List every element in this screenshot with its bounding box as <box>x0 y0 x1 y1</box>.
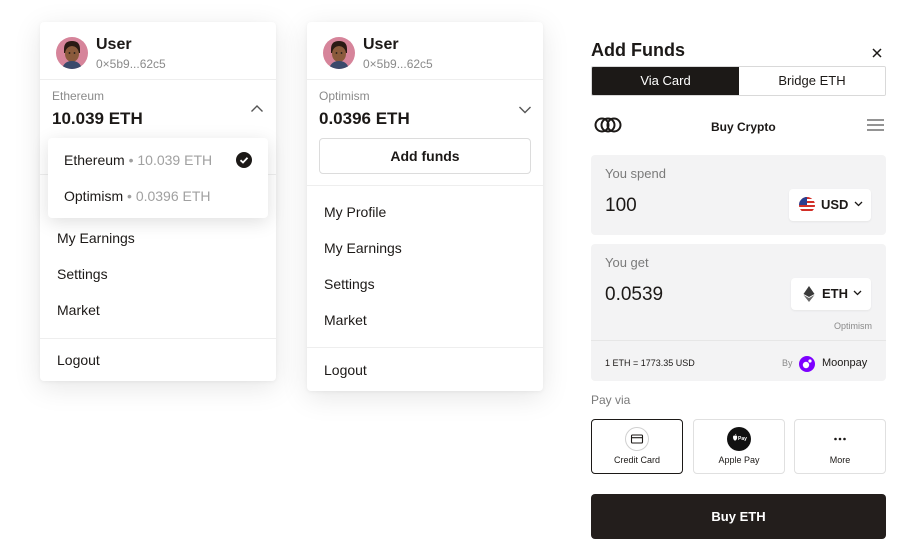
add-funds-button[interactable]: Add funds <box>319 138 531 174</box>
menu-item-settings[interactable]: Settings <box>324 276 375 292</box>
chevron-up-icon[interactable] <box>250 104 264 113</box>
account-menu-optimism: User 0×5b9...62c5 Optimism 0.0396 ETH Ad… <box>307 22 543 391</box>
receive-currency-select[interactable]: ETH <box>791 278 871 310</box>
tab-via-card[interactable]: Via Card <box>592 67 739 95</box>
funding-method-tabs: Via Card Bridge ETH <box>591 66 886 96</box>
network-option-optimism[interactable]: Optimism • 0.0396 ETH <box>64 188 211 204</box>
checkmark-icon <box>236 152 252 168</box>
separator-dot: • <box>127 188 132 204</box>
avatar <box>323 37 355 69</box>
provider-logo-icon <box>594 117 622 133</box>
receive-network: Optimism <box>834 321 872 331</box>
pay-option-label: More <box>829 455 851 465</box>
chevron-down-icon[interactable] <box>518 105 532 114</box>
network-option-name: Optimism <box>64 188 124 204</box>
pay-option-credit-card[interactable]: Credit Card <box>591 419 683 474</box>
network-dropdown: Ethereum • 10.039 ETH Optimism • 0.0396 … <box>48 138 268 218</box>
divider <box>40 79 276 80</box>
pay-option-more[interactable]: More <box>794 419 886 474</box>
provider-name: Moonpay <box>822 357 868 369</box>
receive-label: You get <box>605 255 649 270</box>
spend-box: You spend 100 USD <box>591 155 886 235</box>
pay-option-label: Apple Pay <box>718 455 760 465</box>
menu-item-market[interactable]: Market <box>57 302 100 318</box>
avatar <box>56 37 88 69</box>
close-icon[interactable] <box>870 46 884 60</box>
menu-item-my-earnings[interactable]: My Earnings <box>324 240 402 256</box>
network-option-balance: 0.0396 ETH <box>135 188 211 204</box>
menu-icon[interactable] <box>867 119 884 131</box>
ethereum-icon <box>803 286 815 302</box>
user-name: User <box>363 36 399 53</box>
more-dots-icon <box>828 427 852 451</box>
add-funds-panel: Add Funds Via Card Bridge ETH Buy Crypto… <box>591 0 886 548</box>
divider <box>307 185 543 186</box>
logout-button[interactable]: Logout <box>57 352 100 368</box>
tab-bridge-eth[interactable]: Bridge ETH <box>739 67 885 95</box>
menu-item-my-earnings[interactable]: My Earnings <box>57 230 135 246</box>
credit-card-icon <box>625 427 649 451</box>
us-flag-icon <box>799 197 815 213</box>
widget-title: Buy Crypto <box>711 120 776 134</box>
moonpay-logo-icon <box>799 356 815 372</box>
svg-text:Pay: Pay <box>738 436 747 442</box>
by-label: By <box>782 358 793 368</box>
chevron-down-icon <box>853 290 862 296</box>
pay-via-label: Pay via <box>591 393 631 407</box>
divider <box>40 338 276 339</box>
receive-currency: ETH <box>822 286 848 301</box>
apple-pay-icon: Pay <box>727 427 751 451</box>
network-option-balance: 10.039 ETH <box>137 152 213 168</box>
spend-label: You spend <box>605 166 666 181</box>
spend-currency-select[interactable]: USD <box>789 189 871 221</box>
pay-option-apple-pay[interactable]: Pay Apple Pay <box>693 419 785 474</box>
menu-item-settings[interactable]: Settings <box>57 266 108 282</box>
pay-option-label: Credit Card <box>613 455 660 465</box>
menu-item-my-profile[interactable]: My Profile <box>324 204 386 220</box>
divider <box>307 79 543 80</box>
divider <box>307 347 543 348</box>
panel-title: Add Funds <box>591 40 685 60</box>
wallet-address: 0×5b9...62c5 <box>96 57 166 71</box>
buy-eth-button[interactable]: Buy ETH <box>591 494 886 539</box>
logout-button[interactable]: Logout <box>324 362 367 378</box>
receive-amount: 0.0539 <box>605 284 664 305</box>
chevron-down-icon <box>854 201 863 207</box>
network-balance: 0.0396 ETH <box>319 109 410 128</box>
network-label: Ethereum <box>52 89 105 103</box>
spend-currency: USD <box>821 197 849 212</box>
separator-dot: • <box>128 152 134 168</box>
divider <box>591 340 886 341</box>
exchange-rate: 1 ETH = 1773.35 USD <box>605 358 695 368</box>
receive-box: You get 0.0539 ETH Optimism 1 ETH = 1773… <box>591 244 886 381</box>
user-header[interactable]: User 0×5b9...62c5 <box>323 36 523 71</box>
menu-item-market[interactable]: Market <box>324 312 367 328</box>
network-option-ethereum[interactable]: Ethereum • 10.039 ETH <box>64 152 212 168</box>
user-name: User <box>96 36 132 53</box>
user-header[interactable]: User 0×5b9...62c5 <box>56 36 256 71</box>
network-label: Optimism <box>319 89 370 103</box>
spend-amount-input[interactable]: 100 <box>605 195 637 217</box>
network-balance: 10.039 ETH <box>52 109 143 128</box>
wallet-address: 0×5b9...62c5 <box>363 57 433 71</box>
network-option-name: Ethereum <box>64 152 125 168</box>
